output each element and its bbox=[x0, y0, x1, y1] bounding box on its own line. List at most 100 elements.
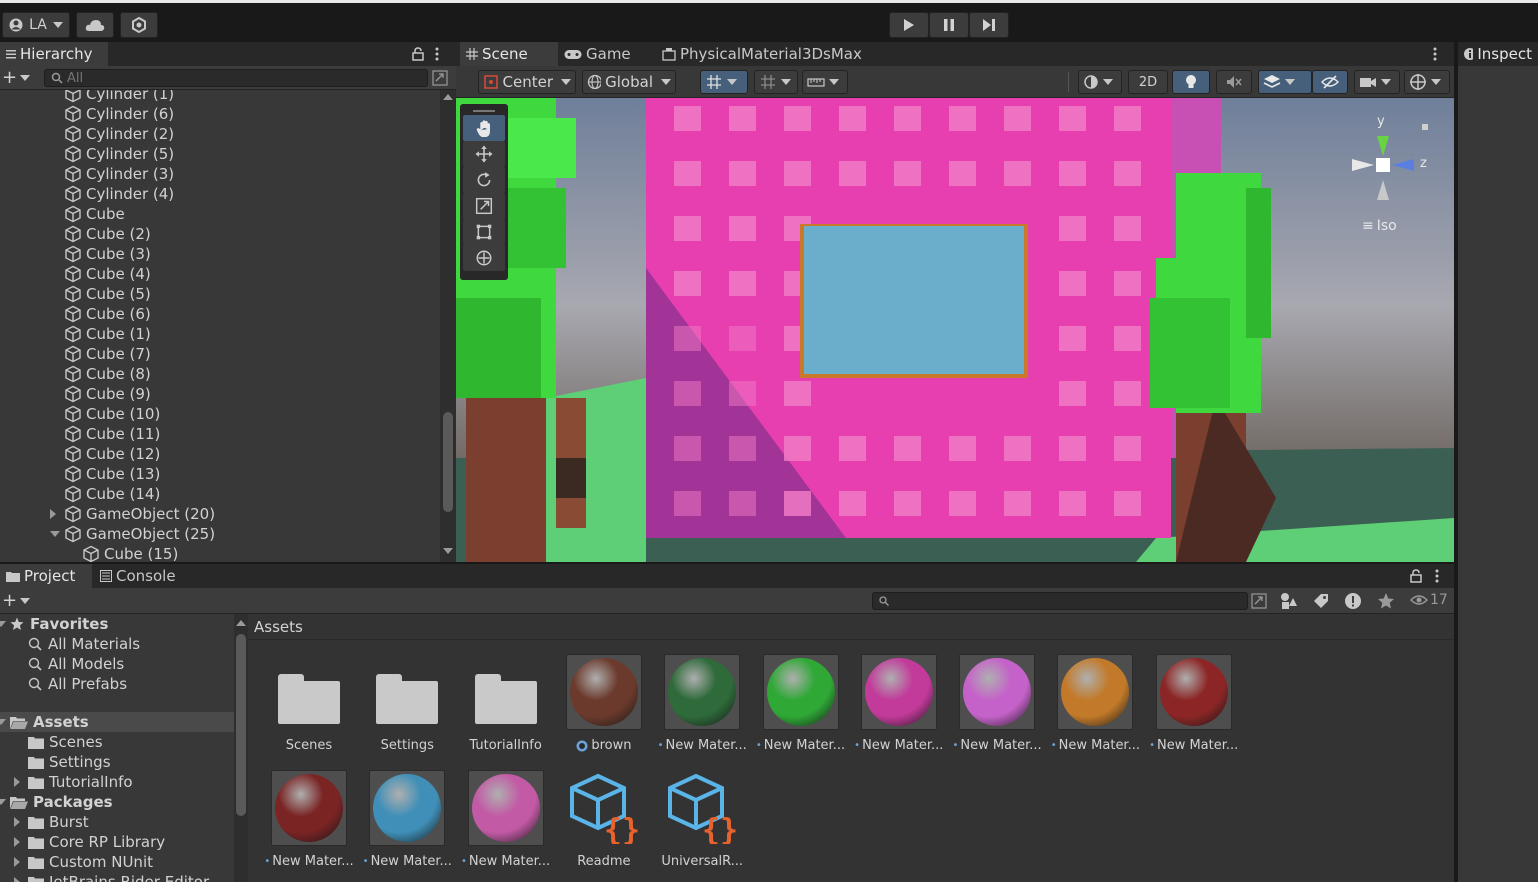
hierarchy-item[interactable]: Cube (4) bbox=[0, 264, 440, 284]
project-tree-item[interactable]: Settings bbox=[0, 752, 234, 772]
expand-right-icon[interactable] bbox=[14, 877, 20, 882]
project-tree-item[interactable]: JetBrains Rider Editor bbox=[0, 872, 234, 882]
increment-snap-toggle[interactable] bbox=[754, 70, 798, 94]
hierarchy-item[interactable]: Cube (3) bbox=[0, 244, 440, 264]
hierarchy-search-input[interactable] bbox=[67, 70, 407, 86]
project-search[interactable] bbox=[872, 592, 1248, 610]
scale-tool-button[interactable] bbox=[463, 193, 505, 219]
project-tree-item[interactable]: Burst bbox=[0, 812, 234, 832]
create-asset-button[interactable]: + bbox=[2, 592, 31, 610]
expand-right-icon[interactable] bbox=[14, 857, 20, 867]
asset-material[interactable]: • New Mater... bbox=[952, 654, 1042, 753]
move-tool-button[interactable] bbox=[463, 141, 505, 167]
tab-scene[interactable]: Scene bbox=[460, 42, 558, 66]
asset-material[interactable]: • New Mater... bbox=[362, 770, 452, 869]
space-dropdown[interactable]: Global bbox=[582, 70, 676, 94]
asset-material[interactable]: • New Mater... bbox=[461, 770, 551, 869]
project-tree-item[interactable]: TutorialInfo bbox=[0, 772, 234, 792]
project-tree-item[interactable]: All Prefabs bbox=[0, 674, 234, 694]
transform-tool-button[interactable] bbox=[463, 245, 505, 271]
hierarchy-item[interactable]: Cube (6) bbox=[0, 304, 440, 324]
expand-down-icon[interactable] bbox=[0, 799, 6, 805]
warning-filter-icon[interactable] bbox=[1344, 592, 1362, 610]
project-tree-item[interactable]: All Models bbox=[0, 654, 234, 674]
ruler-toggle[interactable] bbox=[802, 70, 848, 94]
shading-mode-dropdown[interactable] bbox=[1078, 70, 1122, 94]
hierarchy-search[interactable] bbox=[44, 69, 428, 87]
breadcrumb[interactable]: Assets bbox=[248, 614, 1454, 640]
project-tree-scrollbar[interactable] bbox=[234, 614, 248, 882]
asset-material[interactable]: • New Mater... bbox=[756, 654, 846, 753]
project-tree-scroll-thumb[interactable] bbox=[236, 634, 246, 816]
asset-folder[interactable]: TutorialInfo bbox=[461, 654, 551, 753]
scroll-up-icon[interactable] bbox=[443, 94, 453, 100]
hierarchy-item[interactable]: Cube (9) bbox=[0, 384, 440, 404]
play-button[interactable] bbox=[889, 12, 929, 38]
hierarchy-item[interactable]: GameObject (20) bbox=[0, 504, 440, 524]
hierarchy-item[interactable]: Cube bbox=[0, 204, 440, 224]
tab-game[interactable]: Game bbox=[558, 42, 652, 66]
expand-right-icon[interactable] bbox=[14, 777, 20, 787]
project-tree-item[interactable]: All Materials bbox=[0, 634, 234, 654]
tab-console[interactable]: Console bbox=[94, 564, 190, 588]
tab-physicalmaterial3dsmax[interactable]: PhysicalMaterial3DsMax bbox=[656, 42, 870, 66]
project-tree-item[interactable]: Favorites bbox=[0, 614, 234, 634]
asset-folder[interactable]: Settings bbox=[362, 654, 452, 753]
overlay-drag-handle[interactable] bbox=[463, 107, 505, 115]
more-menu-icon[interactable] bbox=[434, 47, 440, 61]
pause-button[interactable] bbox=[929, 12, 969, 38]
lock-icon[interactable] bbox=[1410, 569, 1422, 583]
asset-material[interactable]: • New Mater... bbox=[1149, 654, 1239, 753]
tab-project[interactable]: Project bbox=[0, 564, 92, 588]
asset-folder[interactable]: Scenes bbox=[264, 654, 354, 753]
hierarchy-scroll-thumb[interactable] bbox=[443, 412, 453, 512]
filter-by-label-icon[interactable] bbox=[1312, 592, 1330, 610]
gizmos-dropdown[interactable] bbox=[1404, 70, 1450, 94]
expand-right-icon[interactable] bbox=[50, 509, 56, 519]
tab-hierarchy[interactable]: Hierarchy bbox=[0, 42, 108, 66]
project-tree-item[interactable]: Assets bbox=[0, 712, 234, 732]
expand-down-icon[interactable] bbox=[0, 719, 6, 725]
hidden-packages-toggle[interactable]: 17 bbox=[1410, 592, 1448, 608]
hierarchy-item[interactable]: GameObject (25) bbox=[0, 524, 440, 544]
hierarchy-item[interactable]: Cylinder (1) bbox=[0, 90, 440, 104]
expand-right-icon[interactable] bbox=[14, 817, 20, 827]
hierarchy-scrollbar[interactable] bbox=[440, 90, 456, 562]
filter-by-type-icon[interactable] bbox=[1280, 592, 1298, 610]
hand-tool-button[interactable] bbox=[463, 115, 505, 141]
rect-tool-button[interactable] bbox=[463, 219, 505, 245]
account-dropdown[interactable]: LA bbox=[2, 12, 70, 38]
hierarchy-item[interactable]: Cube (5) bbox=[0, 284, 440, 304]
mode-2d-toggle[interactable]: 2D bbox=[1128, 70, 1168, 94]
lighting-toggle[interactable] bbox=[1172, 70, 1210, 94]
hierarchy-item[interactable]: Cylinder (2) bbox=[0, 124, 440, 144]
grid-snap-toggle[interactable] bbox=[700, 70, 748, 94]
asset-material[interactable]: brown bbox=[559, 654, 649, 753]
scene-visibility-icon[interactable] bbox=[432, 70, 448, 86]
asset-material[interactable]: • New Mater... bbox=[657, 654, 747, 753]
hierarchy-item[interactable]: Cube (14) bbox=[0, 484, 440, 504]
asset-material[interactable]: • New Mater... bbox=[264, 770, 354, 869]
scroll-down-icon[interactable] bbox=[443, 548, 453, 554]
hierarchy-item[interactable]: Cube (7) bbox=[0, 344, 440, 364]
asset-material[interactable]: • New Mater... bbox=[854, 654, 944, 753]
hierarchy-item[interactable]: Cylinder (3) bbox=[0, 164, 440, 184]
hierarchy-item[interactable]: Cube (11) bbox=[0, 424, 440, 444]
tab-inspector[interactable]: Inspect bbox=[1458, 42, 1538, 66]
expand-right-icon[interactable] bbox=[14, 837, 20, 847]
rotate-tool-button[interactable] bbox=[463, 167, 505, 193]
hierarchy-item[interactable]: Cylinder (5) bbox=[0, 144, 440, 164]
asset-script[interactable]: {} Readme bbox=[559, 770, 649, 869]
hierarchy-item[interactable]: Cube (10) bbox=[0, 404, 440, 424]
hierarchy-item[interactable]: Cube (15) bbox=[0, 544, 440, 562]
hierarchy-item[interactable]: Cube (13) bbox=[0, 464, 440, 484]
star-icon[interactable] bbox=[1377, 592, 1395, 610]
hierarchy-item[interactable]: Cylinder (4) bbox=[0, 184, 440, 204]
expand-down-icon[interactable] bbox=[50, 531, 60, 537]
hierarchy-item[interactable]: Cube (8) bbox=[0, 364, 440, 384]
orientation-gizmo[interactable]: y z ≡ Iso bbox=[1340, 112, 1440, 242]
project-tree-item[interactable]: Custom NUnit bbox=[0, 852, 234, 872]
project-tree-item[interactable]: Packages bbox=[0, 792, 234, 812]
projection-toggle[interactable]: ≡ Iso bbox=[1362, 218, 1397, 234]
asset-material[interactable]: • New Mater... bbox=[1050, 654, 1140, 753]
